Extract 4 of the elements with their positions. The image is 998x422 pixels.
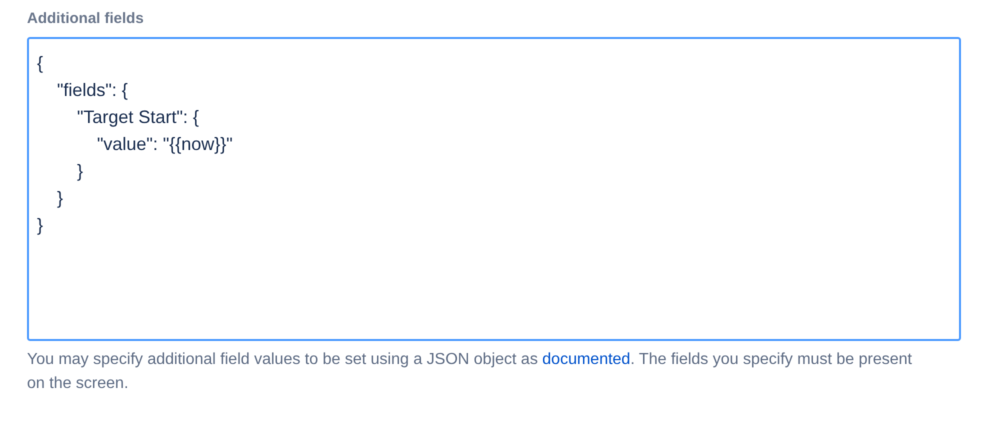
help-text: You may specify additional field values to be set using a JSON object as documented. The fields you specify must be present on the screen. [27, 350, 913, 394]
field-label: Additional fields [27, 10, 145, 27]
documented-link[interactable]: documented [542, 351, 630, 368]
json-input-field[interactable]: { "fields": { "Target Start": { "value": "{{now}}" } } } [27, 37, 961, 341]
